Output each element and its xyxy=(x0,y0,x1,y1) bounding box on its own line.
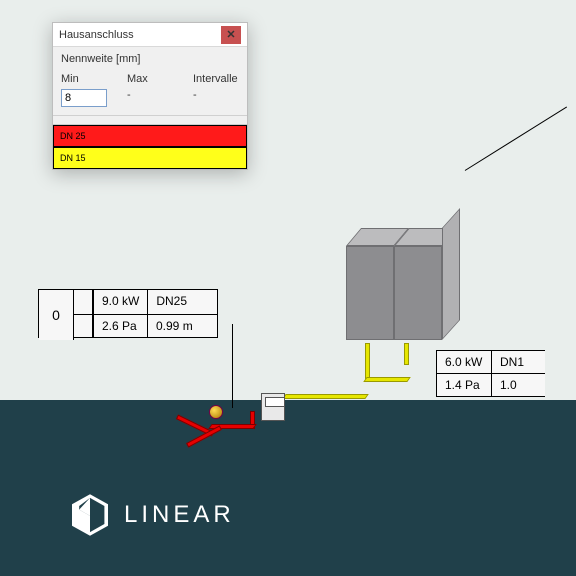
dialog-title: Hausanschluss xyxy=(59,29,134,41)
callout-power: 9.0 kW xyxy=(93,290,147,314)
pipe-yellow xyxy=(404,343,409,365)
valve-icon xyxy=(209,405,223,419)
callout-power: 6.0 kW xyxy=(437,351,491,373)
callout-id-merged: 0 xyxy=(39,290,74,340)
interval-label: Intervalle xyxy=(193,73,239,85)
pipe-yellow xyxy=(365,343,370,379)
pipe-yellow xyxy=(363,377,411,382)
gas-meter-icon xyxy=(261,393,285,421)
legend: DN 25 DN 15 xyxy=(53,124,247,169)
footer-band xyxy=(0,400,576,576)
callout-dn: DN1 xyxy=(491,351,545,373)
callout-dp: 1.4 Pa xyxy=(437,374,491,396)
callout-len: 1.0 xyxy=(491,374,545,396)
close-icon: ✕ xyxy=(226,28,235,41)
close-button[interactable]: ✕ xyxy=(221,26,241,44)
callout-dn: DN25 xyxy=(147,290,217,314)
callout-dp: 2.6 Pa xyxy=(93,315,147,337)
leader-line xyxy=(232,324,233,408)
max-label: Max xyxy=(127,73,173,85)
legend-row-dn15[interactable]: DN 15 xyxy=(53,147,247,169)
equipment-boiler-units xyxy=(340,228,460,343)
param-label: Nennweite [mm] xyxy=(61,53,239,65)
interval-value: - xyxy=(193,89,239,101)
leader-line xyxy=(465,106,567,170)
linear-logo-icon xyxy=(72,494,108,536)
callout-len: 0.99 m xyxy=(147,315,217,337)
min-label: Min xyxy=(61,73,107,85)
min-input[interactable] xyxy=(61,89,107,107)
brand-text: LINEAR xyxy=(124,501,235,529)
legend-row-dn25[interactable]: DN 25 xyxy=(53,125,247,147)
max-value: - xyxy=(127,89,173,101)
pipe-yellow xyxy=(282,394,369,399)
brand-logo: LINEAR xyxy=(72,494,235,536)
dialog-hausanschluss: Hausanschluss ✕ Nennweite [mm] Min Max -… xyxy=(52,22,248,170)
dialog-titlebar[interactable]: Hausanschluss ✕ xyxy=(53,23,247,47)
callout-right: 6.0 kW DN1 1.4 Pa 1.0 xyxy=(436,350,545,397)
